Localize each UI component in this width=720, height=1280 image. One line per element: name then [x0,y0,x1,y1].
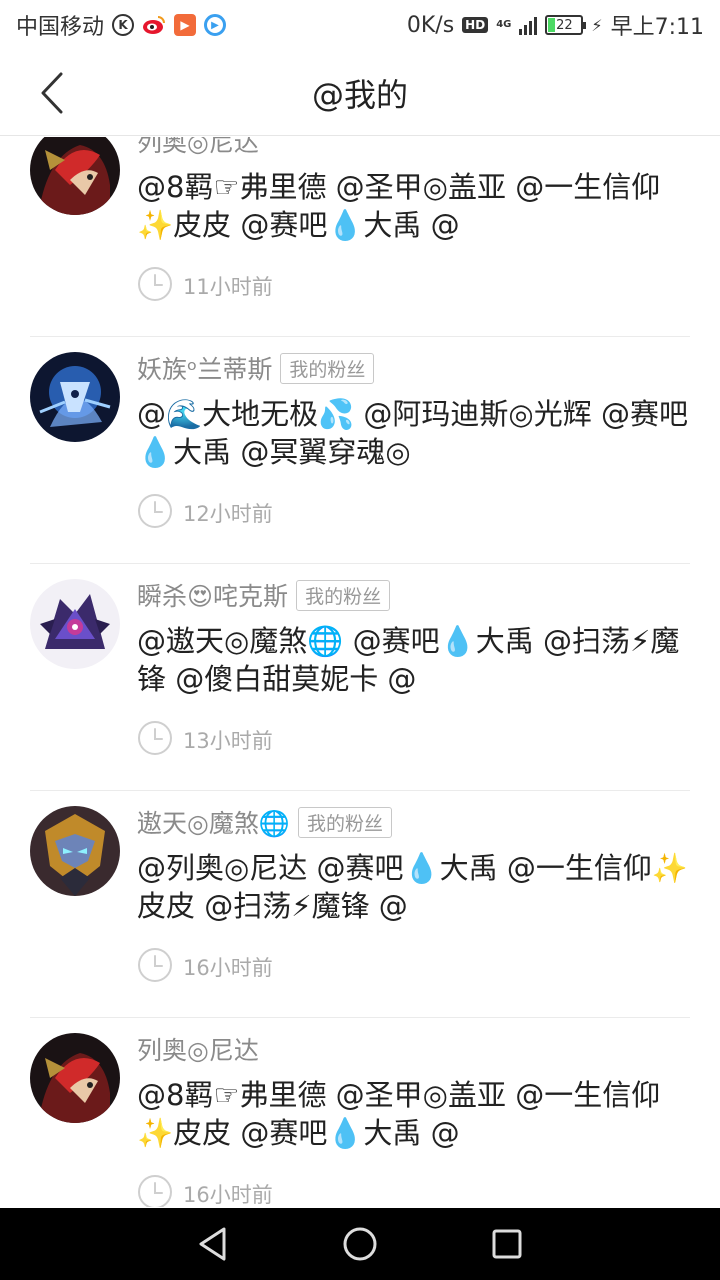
back-button[interactable] [30,70,74,116]
time-row: 13小时前 [137,720,273,760]
avatar[interactable] [30,806,120,896]
timestamp: 12小时前 [183,502,273,526]
battery-fill [548,18,556,32]
name-row: 瞬杀😍咤克斯 我的粉丝 [137,577,391,613]
user-name[interactable]: 列奥◎尼达 [137,137,259,159]
time-row: 12小时前 [137,493,273,533]
mention-message[interactable]: @8羁☞弗里德 @圣甲◎盖亚 @一生信仰✨皮皮 @赛吧💧大禹 @ [137,168,692,244]
back-triangle-icon[interactable] [191,1222,235,1266]
mentions-list[interactable]: 列奥◎尼达 @8羁☞弗里德 @圣甲◎盖亚 @一生信仰✨皮皮 @赛吧💧大禹 @ 11小… [0,137,720,1207]
name-row: 妖族ᵒ兰蒂斯 我的粉丝 [137,350,375,386]
signal-icon [519,15,538,35]
mention-message[interactable]: @列奥◎尼达 @赛吧💧大禹 @一生信仰✨皮皮 @扫荡⚡魔锋 @ [137,849,692,925]
clock-time: 早上7:11 [610,15,704,40]
avatar[interactable] [30,352,120,442]
clock-icon [137,947,173,987]
user-name[interactable]: 瞬杀😍咤克斯 [137,577,288,613]
chevron-left-icon [41,72,63,114]
mention-message[interactable]: @8羁☞弗里德 @圣甲◎盖亚 @一生信仰✨皮皮 @赛吧💧大禹 @ [137,1076,692,1152]
time-row: 16小时前 [137,947,273,987]
charging-icon: ⚡ [591,15,603,35]
name-row: 列奥◎尼达 [137,137,259,158]
carrier-label: 中国移动 [16,15,105,40]
time-row: 16小时前 [137,1174,273,1207]
video-play-icon: ▶ [174,14,197,36]
timestamp: 16小时前 [183,956,273,980]
mention-item[interactable]: 遨天◎魔煞🌐 我的粉丝 @列奥◎尼达 @赛吧💧大禹 @一生信仰✨皮皮 @扫荡⚡魔锋 … [30,791,690,1018]
avatar[interactable] [30,1033,120,1123]
user-name[interactable]: 列奥◎尼达 [137,1031,259,1067]
status-left: 中国移动 K ▶ ▶ [16,9,227,41]
clock-icon [137,266,173,306]
timestamp: 11小时前 [183,275,273,299]
timestamp: 13小时前 [183,729,273,753]
clock-icon [137,1174,173,1207]
mention-message[interactable]: @遨天◎魔煞🌐 @赛吧💧大禹 @扫荡⚡魔锋 @傻白甜莫妮卡 @ [137,622,692,698]
status-bar: 中国移动 K ▶ ▶ 0K/s HD 4G 22 ⚡ 早上7:11 [0,0,720,50]
mention-item[interactable]: 妖族ᵒ兰蒂斯 我的粉丝 @🌊大地无极💦 @阿玛迪斯◎光辉 @赛吧💧大禹 @冥翼穿魂◎… [30,337,690,564]
android-nav-bar [0,1208,720,1280]
status-right: 0K/s HD 4G 22 ⚡ 早上7:11 [407,9,704,41]
circle-k-icon: K [112,14,135,36]
mention-message[interactable]: @🌊大地无极💦 @阿玛迪斯◎光辉 @赛吧💧大禹 @冥翼穿魂◎ [137,395,692,471]
fan-badge: 我的粉丝 [296,579,391,611]
browser-icon: ▶ [204,14,227,36]
net-speed: 0K/s [406,12,455,38]
timestamp: 16小时前 [183,1183,273,1207]
page-title: @我的 [311,75,408,114]
avatar[interactable] [30,579,120,669]
name-row: 列奥◎尼达 [137,1032,259,1066]
time-row: 11小时前 [137,266,273,306]
recents-square-icon[interactable] [485,1222,529,1266]
clock-icon [137,493,173,533]
avatar[interactable] [30,137,120,215]
hd-badge: HD [462,17,489,33]
name-row: 遨天◎魔煞🌐 我的粉丝 [137,805,392,839]
mention-item[interactable]: 瞬杀😍咤克斯 我的粉丝 @遨天◎魔煞🌐 @赛吧💧大禹 @扫荡⚡魔锋 @傻白甜莫妮卡 … [30,564,690,791]
user-name[interactable]: 妖族ᵒ兰蒂斯 [137,350,272,386]
fan-badge: 我的粉丝 [297,806,392,838]
weibo-icon [142,15,166,35]
network-type: 4G [496,19,512,30]
nav-bar: @我的 [0,50,720,136]
fan-badge: 我的粉丝 [280,352,375,384]
mention-item[interactable]: 列奥◎尼达 @8羁☞弗里德 @圣甲◎盖亚 @一生信仰✨皮皮 @赛吧💧大禹 @ 11小… [30,137,690,337]
mention-item[interactable]: 列奥◎尼达 @8羁☞弗里德 @圣甲◎盖亚 @一生信仰✨皮皮 @赛吧💧大禹 @ 16小… [30,1018,690,1207]
clock-icon [137,720,173,760]
feed: 列奥◎尼达 @8羁☞弗里德 @圣甲◎盖亚 @一生信仰✨皮皮 @赛吧💧大禹 @ 11小… [0,137,720,1207]
home-circle-icon[interactable] [338,1222,382,1266]
battery-level: 22 [556,17,573,33]
user-name[interactable]: 遨天◎魔煞🌐 [137,804,290,840]
battery-icon: 22 [545,15,587,35]
